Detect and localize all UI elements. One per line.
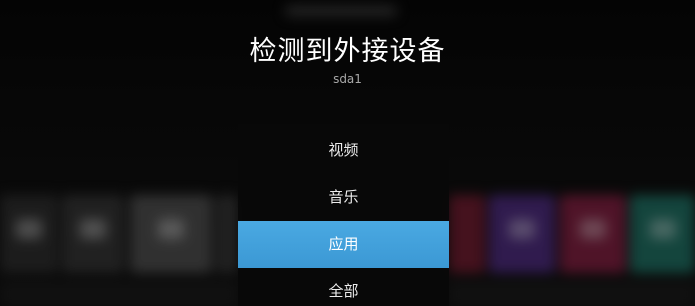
usb-device-dialog-screen: 检测到外接设备 sda1 视频 音乐 应用 全部	[0, 0, 695, 306]
menu-item-apps[interactable]: 应用	[238, 221, 449, 268]
menu-item-music[interactable]: 音乐	[238, 174, 449, 221]
menu-item-all[interactable]: 全部	[238, 268, 449, 306]
dialog-title: 检测到外接设备	[249, 36, 446, 67]
device-name: sda1	[333, 72, 362, 86]
menu-item-video[interactable]: 视频	[238, 127, 449, 174]
media-type-menu: 视频 音乐 应用 全部	[238, 124, 449, 306]
